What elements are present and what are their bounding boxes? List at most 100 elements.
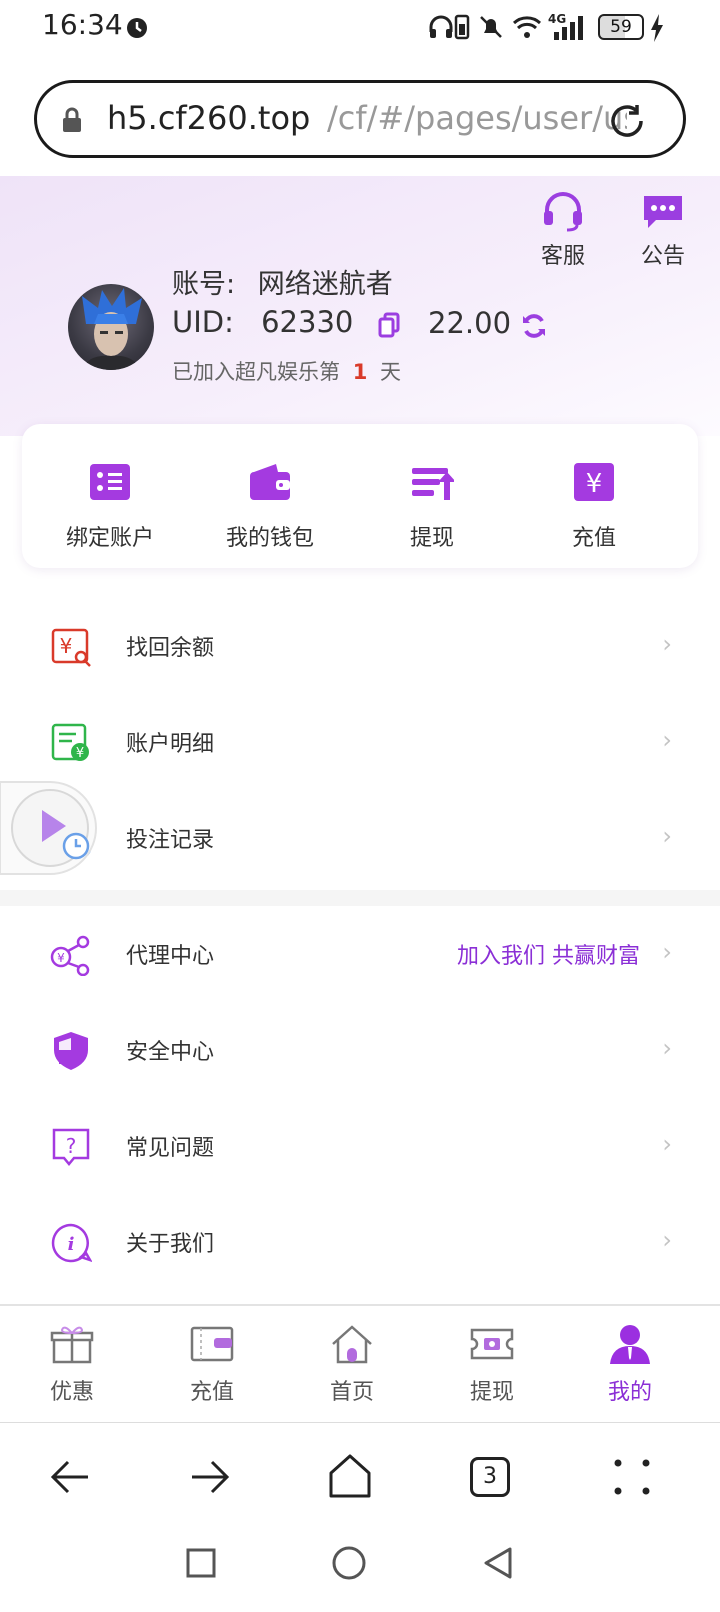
account-details-icon: ¥ bbox=[51, 723, 89, 761]
floating-play-icon bbox=[0, 781, 97, 875]
account-name: 网络迷航者 bbox=[257, 269, 393, 300]
more-menu-icon[interactable] bbox=[612, 1457, 652, 1497]
gift-icon bbox=[50, 1326, 94, 1364]
menu-label: 常见问题 bbox=[126, 1136, 215, 1161]
svg-text:¥: ¥ bbox=[586, 469, 603, 499]
menu-label: 账户明细 bbox=[126, 732, 215, 757]
menu-label: 投注记录 bbox=[126, 828, 215, 853]
chevron-right-icon: › bbox=[662, 630, 672, 658]
system-navigation-bar bbox=[0, 1532, 720, 1612]
action-my-wallet[interactable]: 我的钱包 bbox=[190, 462, 350, 552]
menu-row-security-center[interactable]: 安全中心 › bbox=[0, 1002, 720, 1098]
alarm-icon bbox=[127, 18, 147, 38]
lock-icon bbox=[63, 107, 81, 132]
svg-text:¥: ¥ bbox=[57, 951, 65, 965]
svg-text:?: ? bbox=[66, 1134, 77, 1158]
recover-balance-icon: ¥ bbox=[51, 628, 91, 667]
action-label: 充值 bbox=[571, 526, 616, 551]
url-path: /cf/#/pages/user/us bbox=[327, 99, 627, 137]
address-bar[interactable]: h5.cf260.top /cf/#/pages/user/us bbox=[34, 80, 686, 158]
menu-label: 找回余额 bbox=[126, 636, 215, 661]
action-withdraw[interactable]: 提现 bbox=[352, 462, 512, 552]
uid-value: 62330 bbox=[261, 305, 354, 339]
action-bind-account[interactable]: 绑定账户 bbox=[30, 462, 190, 552]
menu-row-about-us[interactable]: i 关于我们 › bbox=[0, 1194, 720, 1290]
recharge-icon: ¥ bbox=[574, 463, 614, 501]
withdraw-icon bbox=[412, 468, 454, 500]
account-label: 账号: bbox=[172, 269, 236, 300]
mute-icon bbox=[480, 16, 502, 38]
menu-row-faq[interactable]: ? 常见问题 › bbox=[0, 1098, 720, 1194]
chevron-right-icon: › bbox=[662, 1034, 672, 1062]
back-arrow-icon[interactable] bbox=[48, 1455, 92, 1499]
joined-days-count: 1 bbox=[352, 360, 368, 384]
system-back-icon[interactable] bbox=[482, 1546, 514, 1580]
chevron-right-icon: › bbox=[662, 726, 672, 754]
tab-recharge[interactable]: 充值 bbox=[162, 1324, 262, 1406]
tab-label: 提现 bbox=[469, 1380, 514, 1405]
tab-mine[interactable]: 我的 bbox=[580, 1324, 680, 1406]
bottom-tab-bar: 优惠 充值 首页 提现 我的 bbox=[0, 1304, 720, 1422]
avatar[interactable] bbox=[68, 284, 154, 370]
menu-label: 关于我们 bbox=[126, 1232, 215, 1257]
system-home-icon[interactable] bbox=[332, 1546, 366, 1580]
joined-prefix: 已加入超凡娱乐第 bbox=[172, 360, 340, 384]
joined-days-line: 已加入超凡娱乐第 1 天 bbox=[172, 356, 401, 386]
tab-withdraw[interactable]: 提现 bbox=[442, 1324, 542, 1406]
refresh-balance-icon[interactable] bbox=[520, 312, 548, 340]
action-recharge[interactable]: ¥ 充值 bbox=[514, 462, 674, 552]
section-divider bbox=[0, 890, 720, 906]
tabs-count-button[interactable]: 3 bbox=[470, 1457, 510, 1497]
bind-account-icon bbox=[90, 464, 130, 500]
browser-home-icon[interactable] bbox=[328, 1453, 372, 1499]
copy-icon[interactable] bbox=[378, 312, 400, 338]
joined-suffix: 天 bbox=[380, 360, 401, 384]
chevron-right-icon: › bbox=[662, 1130, 672, 1158]
wallet-icon bbox=[250, 464, 290, 500]
ticket-icon bbox=[470, 1328, 514, 1360]
floating-play-button[interactable] bbox=[0, 778, 100, 878]
menu-row-recover-balance[interactable]: ¥ 找回余额 › bbox=[0, 598, 720, 694]
customer-service-button[interactable]: 客服 bbox=[528, 192, 598, 270]
menu-label: 代理中心 bbox=[126, 944, 215, 969]
battery-small-icon bbox=[454, 14, 470, 40]
customer-service-label: 客服 bbox=[540, 244, 585, 269]
action-label: 我的钱包 bbox=[225, 526, 314, 551]
announcement-button[interactable]: 公告 bbox=[628, 192, 698, 270]
menu-label: 安全中心 bbox=[126, 1040, 215, 1065]
balance-value: 22.00 bbox=[428, 306, 512, 340]
menu-row-account-details[interactable]: ¥ 账户明细 › bbox=[0, 694, 720, 790]
avatar-character-image bbox=[82, 288, 142, 370]
tab-home[interactable]: 首页 bbox=[302, 1324, 402, 1406]
chevron-right-icon: › bbox=[662, 938, 672, 966]
tab-label: 首页 bbox=[329, 1380, 374, 1405]
reload-icon[interactable] bbox=[607, 101, 647, 141]
menu-row-bet-record[interactable]: 投注记录 › bbox=[0, 790, 720, 886]
info-icon: i bbox=[51, 1223, 92, 1263]
status-bar: 16:34 4G 59 bbox=[0, 0, 720, 56]
home-icon bbox=[332, 1325, 372, 1364]
tab-label: 充值 bbox=[189, 1380, 234, 1405]
account-line: 账号: 网络迷航者 bbox=[172, 262, 393, 301]
card-icon bbox=[190, 1326, 234, 1362]
announcement-label: 公告 bbox=[640, 244, 685, 269]
menu-row-agent-center[interactable]: ¥ 代理中心 加入我们 共赢财富 › bbox=[0, 906, 720, 1002]
chat-bubble-icon bbox=[644, 196, 682, 228]
svg-text:i: i bbox=[68, 1234, 75, 1255]
browser-navigation-bar: 3 bbox=[0, 1422, 720, 1532]
security-shield-icon bbox=[54, 1032, 88, 1070]
tab-label: 优惠 bbox=[49, 1380, 94, 1405]
charging-icon bbox=[651, 14, 663, 42]
tab-label: 我的 bbox=[607, 1380, 652, 1405]
status-time: 16:34 bbox=[42, 8, 123, 41]
svg-text:¥: ¥ bbox=[60, 634, 73, 658]
recent-apps-icon[interactable] bbox=[186, 1548, 216, 1578]
chevron-right-icon: › bbox=[662, 1226, 672, 1254]
forward-arrow-icon[interactable] bbox=[188, 1455, 232, 1499]
svg-text:¥: ¥ bbox=[76, 746, 84, 761]
agent-center-icon: ¥ bbox=[50, 935, 90, 976]
wifi-icon bbox=[512, 16, 542, 38]
battery-indicator: 59 bbox=[598, 14, 644, 40]
tab-promotions[interactable]: 优惠 bbox=[22, 1324, 122, 1406]
uid-label: UID: bbox=[172, 305, 234, 339]
